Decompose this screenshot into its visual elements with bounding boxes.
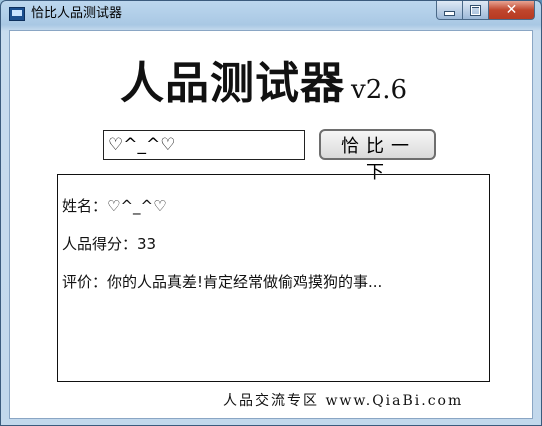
result-comment: 评价：你的人品真差!肯定经常做偷鸡摸狗的事... — [62, 273, 383, 291]
footer-link[interactable]: 人品交流专区 www.QiaBi.com — [223, 390, 463, 410]
result-panel: 姓名：♡^_^♡ 人品得分：33 评价：你的人品真差!肯定经常做偷鸡摸狗的事..… — [57, 174, 490, 382]
test-button[interactable]: 恰比一下 — [319, 129, 436, 183]
minimize-icon — [444, 10, 455, 16]
app-window: 恰比人品测试器 ✕ 人品测试器v2.6 恰比一下 姓名：♡^_^♡ 人品得分：3… — [0, 0, 542, 426]
caption-buttons: ✕ — [436, 1, 535, 20]
app-heading: 人品测试器 v2.6 — [120, 47, 407, 111]
heading-title: 人品测试器 — [120, 58, 345, 109]
close-button[interactable]: ✕ — [489, 1, 535, 20]
version-label: v2.6 — [351, 75, 408, 105]
result-score: 人品得分：33 — [62, 235, 157, 253]
title-bar[interactable]: 恰比人品测试器 ✕ — [1, 1, 541, 27]
client-area: 人品测试器v2.6 恰比一下 姓名：♡^_^♡ 人品得分：33 评价：你的人品真… — [9, 30, 533, 419]
minimize-button[interactable] — [436, 1, 463, 20]
window-title: 恰比人品测试器 — [31, 6, 123, 21]
maximize-button[interactable] — [463, 1, 489, 20]
app-icon — [9, 7, 25, 21]
close-icon: ✕ — [505, 2, 518, 18]
name-input[interactable] — [103, 130, 305, 160]
maximize-icon — [470, 4, 481, 16]
result-name: 姓名：♡^_^♡ — [62, 197, 167, 215]
